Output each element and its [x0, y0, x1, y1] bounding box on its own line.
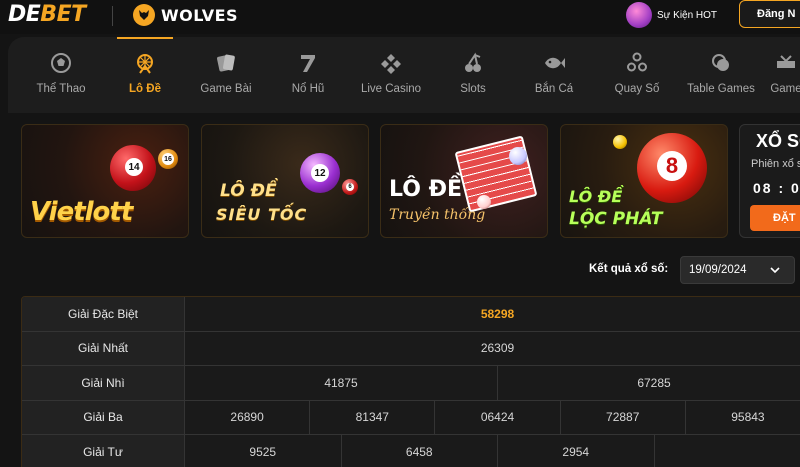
top-bar: DEBET WOLVES Sự Kiện HOT Đăng N — [0, 0, 800, 34]
nav-label: Live Casino — [360, 83, 422, 95]
banner-vietlott[interactable]: 14 16 Vietlott — [21, 124, 189, 238]
prize-number: 6458 — [342, 435, 498, 467]
prize-number: 2954 — [498, 435, 655, 467]
game-icon — [774, 51, 798, 75]
partner-label: WOLVES — [161, 5, 239, 25]
prize-number: 81347 — [310, 400, 436, 434]
gift-icon — [626, 2, 652, 28]
nav-label: Thể Thao — [36, 83, 86, 95]
countdown-timer: 08 : 0 — [753, 180, 800, 196]
ball-number: 8 — [657, 151, 687, 181]
prize-number: 95843 — [731, 410, 765, 425]
prize-number: 58298 — [480, 306, 515, 321]
prize-name: Giải Tư — [22, 435, 185, 467]
lottery-ball-image — [613, 135, 627, 149]
widget-subtitle: Phiên xổ s — [751, 158, 800, 170]
logo-de: DE — [8, 2, 41, 27]
slot-seven-icon — [296, 51, 320, 75]
active-indicator — [117, 37, 173, 39]
nav-label: Slots — [460, 83, 486, 95]
banner-title: Vietlott — [30, 197, 133, 227]
lottery-ball-image — [509, 147, 527, 165]
date-select[interactable]: 19/09/2024 — [680, 256, 795, 284]
results-label: Kết quả xổ số: — [589, 263, 669, 275]
banner-title-line2: SIÊU TỐC — [216, 205, 308, 224]
banner-title-line1: LÔ ĐỀ — [389, 177, 463, 202]
hot-event-link[interactable]: Sự Kiện HOT — [626, 2, 717, 28]
cards-icon — [214, 51, 238, 75]
prize-number: 67285 — [637, 375, 671, 390]
table-row: Giải Ba 26890 81347 06424 72887 95843 — [22, 400, 800, 435]
nav-item-quay-so[interactable]: Quay Số — [606, 37, 668, 113]
nav-label: Nổ Hũ — [291, 83, 325, 95]
nav-item-lo-de[interactable]: Lô Đề — [114, 37, 176, 113]
soccer-ball-icon — [49, 51, 73, 75]
prize-number: 06424 — [435, 400, 561, 434]
ball-number: 14 — [125, 158, 143, 176]
partner-badge: WOLVES — [133, 3, 238, 27]
nav-item-game[interactable]: Game — [766, 37, 800, 113]
nav-item-game-bai[interactable]: Game Bài — [194, 37, 258, 113]
nav-label: Game Bài — [200, 83, 252, 95]
date-value: 19/09/2024 — [689, 264, 747, 276]
prize-name: Giải Ba — [22, 400, 185, 434]
results-table: Giải Đặc Biệt 58298 Giải Nhất 26309 Giải… — [21, 296, 800, 467]
chips-icon — [709, 51, 733, 75]
lottery-ticket-image — [454, 135, 538, 213]
banner-lo-de-loc-phat[interactable]: 8 LÔ ĐỀ LỘC PHÁT — [560, 124, 728, 238]
nav-item-ban-ca[interactable]: Bắn Cá — [526, 37, 582, 113]
prize-name: Giải Nhất — [22, 331, 185, 365]
widget-title: XỔ SỐ — [756, 131, 800, 151]
fish-icon — [542, 51, 566, 75]
diamond-icon — [379, 51, 403, 75]
logo-bet: BET — [40, 2, 86, 27]
place-bet-button[interactable]: ĐẶT — [750, 205, 800, 231]
site-logo[interactable]: DEBET — [8, 2, 86, 27]
ferris-wheel-icon — [133, 51, 157, 75]
ball-number: 16 — [162, 153, 174, 165]
nav-label: Bắn Cá — [534, 83, 574, 95]
nav-label: Lô Đề — [129, 83, 161, 95]
table-row: Giải Đặc Biệt 58298 — [22, 297, 800, 332]
prize-number: 26309 — [480, 341, 515, 356]
nav-item-live-casino[interactable]: Live Casino — [353, 37, 429, 113]
prize-name: Giải Đặc Biệt — [22, 297, 185, 331]
banner-title-line2: LỘC PHÁT — [569, 209, 663, 229]
ball-number: 6 — [346, 183, 354, 191]
category-nav: Thể Thao Lô Đề Game Bài Nổ Hũ Live Casin… — [8, 37, 800, 113]
nav-label: Quay Số — [614, 83, 660, 95]
wolf-icon — [133, 4, 155, 26]
event-label: Sự Kiện HOT — [657, 9, 718, 21]
nav-label: Table Games — [687, 83, 755, 95]
banner-title-line2: Truyền thống — [389, 207, 486, 223]
prize-number — [655, 435, 800, 467]
table-row: Giải Nhất 26309 — [22, 331, 800, 366]
prize-number: 26890 — [185, 400, 311, 434]
banner-title-line1: LÔ ĐỀ — [569, 187, 623, 206]
banner-title-line1: LÔ ĐỀ — [220, 181, 277, 201]
table-row: Giải Nhì 41875 67285 — [22, 366, 800, 401]
nav-label: Game — [770, 83, 800, 95]
nav-item-slots[interactable]: Slots — [448, 37, 498, 113]
prize-number: 41875 — [185, 366, 498, 400]
prize-name: Giải Nhì — [22, 366, 185, 400]
prize-number: 72887 — [561, 400, 686, 434]
header-divider — [112, 6, 113, 26]
login-button[interactable]: Đăng N — [739, 0, 800, 28]
nav-item-the-thao[interactable]: Thể Thao — [30, 37, 92, 113]
cherry-icon — [461, 51, 485, 75]
nav-item-no-hu[interactable]: Nổ Hũ — [282, 37, 334, 113]
prize-number: 9525 — [185, 435, 342, 467]
table-row: Giải Tư 9525 6458 2954 — [22, 435, 800, 467]
chevron-down-icon — [770, 267, 780, 274]
ball-number: 12 — [311, 164, 329, 182]
banner-lo-de-truyen-thong[interactable]: LÔ ĐỀ Truyền thống — [380, 124, 548, 238]
nav-item-table-games[interactable]: Table Games — [682, 37, 760, 113]
lottery-balls-icon — [625, 51, 649, 75]
banner-lo-de-sieu-toc[interactable]: 12 6 LÔ ĐỀ SIÊU TỐC — [201, 124, 369, 238]
lottery-widget: XỔ SỐ Phiên xổ s 08 : 0 ĐẶT — [739, 124, 800, 238]
